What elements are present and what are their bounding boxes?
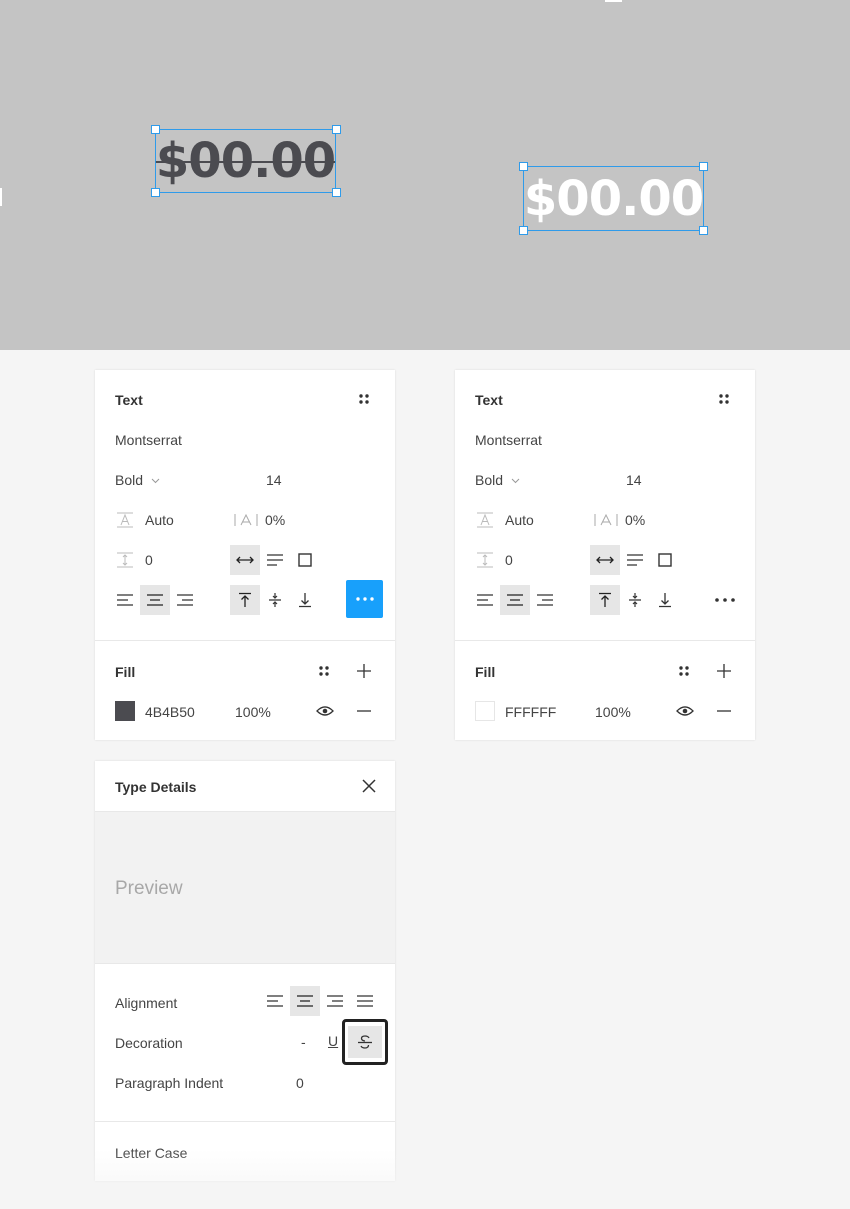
add-fill-icon[interactable] bbox=[354, 661, 374, 681]
canvas-edge-marker bbox=[605, 0, 622, 2]
align-bottom-icon[interactable] bbox=[290, 585, 320, 615]
section-divider bbox=[95, 963, 395, 964]
section-divider bbox=[95, 1121, 395, 1122]
align-right-icon[interactable] bbox=[530, 585, 560, 615]
letter-spacing-input[interactable]: 0% bbox=[265, 512, 285, 528]
align-left-icon[interactable] bbox=[470, 585, 500, 615]
alignment-label: Alignment bbox=[115, 995, 178, 1011]
text-layer-strikethrough[interactable]: $00.00 bbox=[155, 129, 336, 193]
line-height-icon bbox=[115, 510, 135, 530]
section-title-fill: Fill bbox=[115, 664, 136, 680]
strikethrough-icon[interactable] bbox=[342, 1019, 388, 1065]
decoration-none-button[interactable]: - bbox=[301, 1034, 306, 1050]
resize-handle[interactable] bbox=[332, 188, 341, 197]
line-height-icon bbox=[475, 510, 495, 530]
section-title-text: Text bbox=[475, 392, 503, 408]
text-layer-white[interactable]: $00.00 bbox=[523, 166, 704, 231]
type-preview-area: Preview bbox=[95, 812, 395, 964]
paragraph-indent-label: Paragraph Indent bbox=[115, 1075, 224, 1091]
section-title-text: Text bbox=[115, 392, 143, 408]
letter-spacing-icon bbox=[592, 510, 620, 530]
resize-handle[interactable] bbox=[699, 162, 708, 171]
style-grid-icon[interactable] bbox=[674, 661, 694, 681]
type-details-more-button[interactable] bbox=[346, 580, 383, 618]
font-weight-dropdown[interactable]: Bold bbox=[115, 472, 143, 488]
paragraph-spacing-icon bbox=[475, 550, 495, 570]
canvas-edge-marker bbox=[0, 188, 2, 206]
resize-handle[interactable] bbox=[519, 226, 528, 235]
font-family-dropdown[interactable]: Montserrat bbox=[475, 432, 542, 448]
resize-handle[interactable] bbox=[332, 125, 341, 134]
fill-opacity-input[interactable]: 100% bbox=[595, 704, 631, 720]
resize-handle[interactable] bbox=[699, 226, 708, 235]
align-left-icon[interactable] bbox=[110, 585, 140, 615]
fill-hex-input[interactable]: 4B4B50 bbox=[145, 704, 195, 720]
font-weight-dropdown[interactable]: Bold bbox=[475, 472, 503, 488]
paragraph-spacing-icon bbox=[115, 550, 135, 570]
auto-width-icon[interactable] bbox=[230, 545, 260, 575]
fixed-size-icon[interactable] bbox=[290, 545, 320, 575]
text-properties-panel-left: Text Montserrat Bold 14 Auto 0% 0 Fill 4… bbox=[95, 370, 395, 740]
align-center-icon[interactable] bbox=[140, 585, 170, 615]
letter-spacing-icon bbox=[232, 510, 260, 530]
chevron-down-icon bbox=[149, 475, 161, 487]
eye-icon[interactable] bbox=[314, 701, 336, 721]
add-fill-icon[interactable] bbox=[714, 661, 734, 681]
type-details-panel: Type Details Preview Alignment Decoratio… bbox=[95, 761, 395, 1181]
fixed-size-icon[interactable] bbox=[650, 545, 680, 575]
remove-fill-icon[interactable] bbox=[354, 701, 374, 721]
fill-color-swatch[interactable] bbox=[115, 701, 135, 721]
align-center-icon[interactable] bbox=[500, 585, 530, 615]
letter-spacing-input[interactable]: 0% bbox=[625, 512, 645, 528]
align-right-icon[interactable] bbox=[320, 986, 350, 1016]
justify-icon[interactable] bbox=[350, 986, 380, 1016]
price-text: $00.00 bbox=[523, 170, 704, 227]
decoration-underline-button[interactable]: U bbox=[328, 1033, 338, 1049]
chevron-down-icon bbox=[509, 475, 521, 487]
align-top-icon[interactable] bbox=[590, 585, 620, 615]
resize-handle[interactable] bbox=[151, 125, 160, 134]
remove-fill-icon[interactable] bbox=[714, 701, 734, 721]
align-top-icon[interactable] bbox=[230, 585, 260, 615]
text-properties-panel-right: Text Montserrat Bold 14 Auto 0% 0 Fill F… bbox=[455, 370, 755, 740]
section-title-fill: Fill bbox=[475, 664, 496, 680]
panel-fade-overlay bbox=[0, 1149, 850, 1209]
paragraph-indent-input[interactable]: 0 bbox=[296, 1075, 304, 1091]
align-bottom-icon[interactable] bbox=[650, 585, 680, 615]
paragraph-spacing-input[interactable]: 0 bbox=[505, 552, 513, 568]
resize-handle[interactable] bbox=[519, 162, 528, 171]
font-size-input[interactable]: 14 bbox=[266, 472, 282, 488]
fill-color-swatch[interactable] bbox=[475, 701, 495, 721]
resize-handle[interactable] bbox=[151, 188, 160, 197]
design-canvas[interactable]: $00.00 $00.00 bbox=[0, 0, 850, 350]
align-center-icon[interactable] bbox=[290, 986, 320, 1016]
auto-height-icon[interactable] bbox=[620, 545, 650, 575]
align-middle-icon[interactable] bbox=[620, 585, 650, 615]
section-divider bbox=[95, 640, 395, 641]
auto-height-icon[interactable] bbox=[260, 545, 290, 575]
price-text: $00.00 bbox=[155, 133, 336, 189]
font-family-dropdown[interactable]: Montserrat bbox=[115, 432, 182, 448]
auto-width-icon[interactable] bbox=[590, 545, 620, 575]
line-height-input[interactable]: Auto bbox=[505, 512, 534, 528]
style-grid-icon[interactable] bbox=[314, 661, 334, 681]
close-icon[interactable] bbox=[358, 775, 380, 797]
align-right-icon[interactable] bbox=[170, 585, 200, 615]
preview-label: Preview bbox=[115, 878, 183, 899]
decoration-label: Decoration bbox=[115, 1035, 183, 1051]
align-middle-icon[interactable] bbox=[260, 585, 290, 615]
eye-icon[interactable] bbox=[674, 701, 696, 721]
type-details-more-icon[interactable] bbox=[710, 585, 740, 615]
line-height-input[interactable]: Auto bbox=[145, 512, 174, 528]
paragraph-spacing-input[interactable]: 0 bbox=[145, 552, 153, 568]
font-size-input[interactable]: 14 bbox=[626, 472, 642, 488]
style-grid-icon[interactable] bbox=[714, 389, 734, 409]
section-divider bbox=[455, 640, 755, 641]
fill-hex-input[interactable]: FFFFFF bbox=[505, 704, 556, 720]
fill-opacity-input[interactable]: 100% bbox=[235, 704, 271, 720]
style-grid-icon[interactable] bbox=[354, 389, 374, 409]
type-details-title: Type Details bbox=[115, 779, 197, 795]
align-left-icon[interactable] bbox=[260, 986, 290, 1016]
